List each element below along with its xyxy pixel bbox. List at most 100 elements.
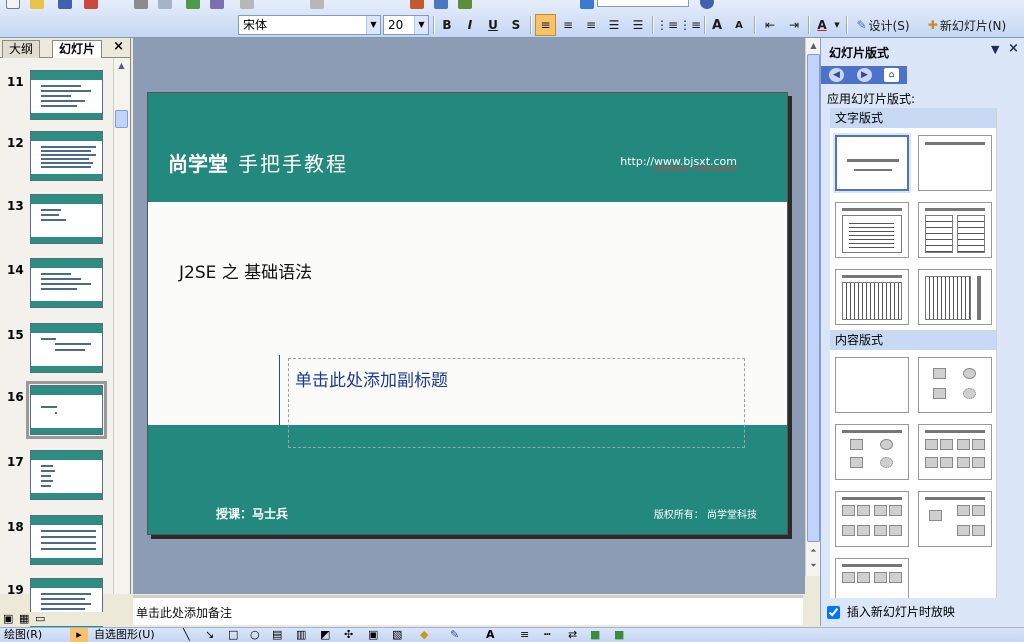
align-right-button[interactable]: ≡ (581, 14, 601, 36)
layout-content[interactable] (918, 357, 992, 413)
fill-color-icon[interactable]: ◆ (420, 628, 428, 642)
chevron-down-icon[interactable]: ▼ (366, 16, 380, 34)
draw-menu[interactable]: 绘图(R) (4, 628, 42, 642)
3d-style-icon[interactable]: ■ (614, 628, 624, 642)
align-left-button[interactable]: ≡ (535, 14, 556, 36)
oval-icon[interactable]: ○ (250, 628, 260, 642)
cut-icon[interactable] (240, 0, 254, 9)
line-icon[interactable]: ╲ (183, 628, 190, 642)
clipart-icon[interactable]: ▣ (368, 628, 378, 642)
show-when-inserting-checkbox[interactable] (827, 606, 840, 619)
new-slide-button[interactable]: ✚ 新幻灯片(N) (920, 14, 1014, 36)
shadow-style-icon[interactable]: ■ (590, 628, 600, 642)
distribute-button[interactable]: ☰ (604, 14, 624, 36)
slide-thumbnail[interactable] (30, 70, 103, 120)
dash-style-icon[interactable]: ┅ (544, 628, 551, 642)
design-button[interactable]: ✎ 设计(S) (851, 14, 915, 36)
task-pane-menu-icon[interactable]: ▼ (991, 43, 999, 56)
scroll-up-icon[interactable]: ▲ (806, 38, 821, 53)
slide-thumbnail[interactable] (30, 194, 103, 244)
decrease-indent-button[interactable]: ⇤ (760, 14, 780, 36)
slide-show-icon[interactable]: ▭ (35, 612, 45, 625)
layout-title-four-content[interactable] (835, 491, 909, 547)
layout-title-content-two[interactable] (918, 491, 992, 547)
close-icon[interactable]: × (1008, 41, 1019, 56)
shadow-button[interactable]: S (507, 14, 525, 36)
slide-thumbnail[interactable] (26, 381, 107, 439)
slide-thumbnail[interactable] (30, 450, 103, 500)
grow-font-button[interactable]: A (709, 14, 725, 36)
tab-slides[interactable]: 幻灯片 (52, 40, 103, 58)
rectangle-icon[interactable]: □ (228, 628, 238, 642)
numbering-button[interactable]: ⋮≡ (656, 14, 678, 36)
layout-vertical-title-text[interactable] (918, 269, 992, 325)
slide-thumbnail-row[interactable]: 17 (0, 450, 113, 506)
next-slide-icon[interactable]: ⏷ (806, 558, 821, 573)
chevron-down-icon[interactable]: ▼ (414, 16, 428, 34)
layout-gallery-scrollbar[interactable]: ▲ (996, 108, 997, 598)
slide-thumbnail-row[interactable]: 13 (0, 194, 113, 250)
select-pointer-icon[interactable]: ▸ (70, 628, 88, 642)
line-style-icon[interactable]: ≡ (520, 628, 529, 642)
layout-title-two-content[interactable] (918, 424, 992, 480)
autoshapes-menu[interactable]: 自选图形(U) (94, 628, 155, 642)
scroll-up-icon[interactable]: ▲ (114, 58, 129, 73)
layout-title-two-columns[interactable] (918, 202, 992, 258)
slide-thumbnail[interactable] (30, 515, 103, 565)
layout-title-only[interactable] (918, 135, 992, 191)
previous-slide-icon[interactable]: ⏶ (806, 543, 821, 558)
zoom-combo[interactable] (597, 0, 689, 7)
vertical-textbox-icon[interactable]: ▥ (296, 628, 306, 642)
thumbnail-scrollbar[interactable]: ▲ (113, 58, 128, 594)
bullets-button[interactable]: ⋮≡ (679, 14, 701, 36)
wordart-icon[interactable]: ◩ (320, 628, 330, 642)
notes-pane[interactable]: 单击此处添加备注 (133, 595, 803, 625)
layout-title-text[interactable] (835, 202, 909, 258)
slide-thumbnail-row[interactable]: 11 (0, 70, 113, 126)
slide-thumbnail[interactable] (30, 131, 103, 181)
layout-title-content[interactable] (835, 424, 909, 480)
insert-chart-icon[interactable] (410, 0, 424, 9)
align-center-button[interactable]: ≡ (558, 14, 578, 36)
home-icon[interactable]: ⌂ (884, 68, 899, 82)
increase-indent-button[interactable]: ⇥ (784, 14, 804, 36)
scroll-thumb[interactable] (807, 54, 820, 542)
picture-icon[interactable]: ▧ (392, 628, 402, 642)
line-spacing-button[interactable]: ☰ (628, 14, 648, 36)
insert-table-icon[interactable] (434, 0, 448, 9)
insert-image-icon[interactable] (580, 0, 594, 9)
arrow-style-icon[interactable]: ⇄ (568, 628, 577, 642)
tab-outline[interactable]: 大纲 (2, 40, 41, 58)
shrink-font-button[interactable]: A (731, 14, 747, 36)
undo-icon[interactable] (310, 0, 324, 9)
font-color-button[interactable]: A (814, 14, 830, 36)
bold-button[interactable]: B (438, 14, 456, 36)
diagram-icon[interactable]: ✣ (344, 628, 353, 642)
italic-button[interactable]: I (461, 14, 479, 36)
subtitle-placeholder[interactable]: 单击此处添加副标题 (288, 358, 745, 448)
slide-thumbnail-row[interactable]: 18 (0, 515, 113, 571)
forward-icon[interactable]: ▶ (857, 68, 872, 82)
close-icon[interactable]: × (113, 39, 124, 54)
slide-thumbnail-row[interactable]: 14 (0, 258, 113, 314)
new-icon[interactable] (6, 0, 20, 9)
slide-thumbnail-row[interactable]: 15 (0, 323, 113, 379)
slide-thumbnail-row[interactable]: 12 (0, 131, 113, 187)
chevron-down-icon[interactable]: ▼ (832, 14, 842, 36)
textbox-icon[interactable]: ▤ (272, 628, 282, 642)
slide[interactable]: 尚学堂 手把手教程 http://www.bjsxt.com J2SE 之 基础语… (147, 92, 788, 535)
layout-title-content-partial[interactable] (835, 558, 909, 598)
save-icon[interactable] (58, 0, 72, 9)
slide-sorter-icon[interactable]: ▦ (19, 612, 29, 625)
slide-thumbnail[interactable] (30, 258, 103, 308)
spelling-icon[interactable] (186, 0, 200, 9)
research-icon[interactable] (210, 0, 224, 9)
layout-vertical-text[interactable] (835, 269, 909, 325)
arrow-icon[interactable]: ↘ (205, 628, 214, 642)
normal-view-icon[interactable]: ▣ (3, 612, 13, 625)
slide-thumbnail-row[interactable]: 16 (0, 381, 113, 441)
layout-blank[interactable] (835, 357, 909, 413)
layout-title-slide[interactable] (835, 135, 909, 191)
slide-title[interactable]: J2SE 之 基础语法 (179, 258, 312, 283)
font-size-combo[interactable]: 20 ▼ (383, 15, 429, 35)
